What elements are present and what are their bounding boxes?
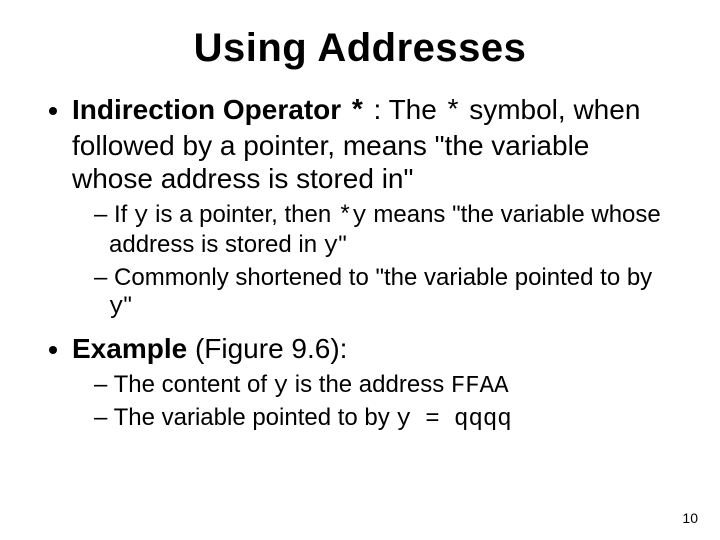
sub-bullet-list: The content of y is the address FFAA The… <box>72 371 676 434</box>
slide: Using Addresses Indirection Operator * :… <box>0 0 720 540</box>
slide-title: Using Addresses <box>44 26 676 71</box>
bullet-example: Example (Figure 9.6): The content of y i… <box>72 332 676 434</box>
sub-bullet-if-y-pointer: If y is a pointer, then *y means "the va… <box>94 201 676 262</box>
sub-bullet-shortened: Commonly shortened to "the variable poin… <box>94 264 676 323</box>
bullet-list: Indirection Operator * : The * symbol, w… <box>44 93 676 434</box>
bullet-indirection-operator: Indirection Operator * : The * symbol, w… <box>72 93 676 322</box>
bullet-term: Example <box>72 333 187 364</box>
sub-bullet-list: If y is a pointer, then *y means "the va… <box>72 201 676 322</box>
bullet-term: Indirection Operator * <box>72 94 366 125</box>
sub-bullet-content-of-y: The content of y is the address FFAA <box>94 371 676 401</box>
sub-bullet-variable-pointed: The variable pointed to by y = qqqq <box>94 404 676 434</box>
page-number: 10 <box>682 510 698 526</box>
